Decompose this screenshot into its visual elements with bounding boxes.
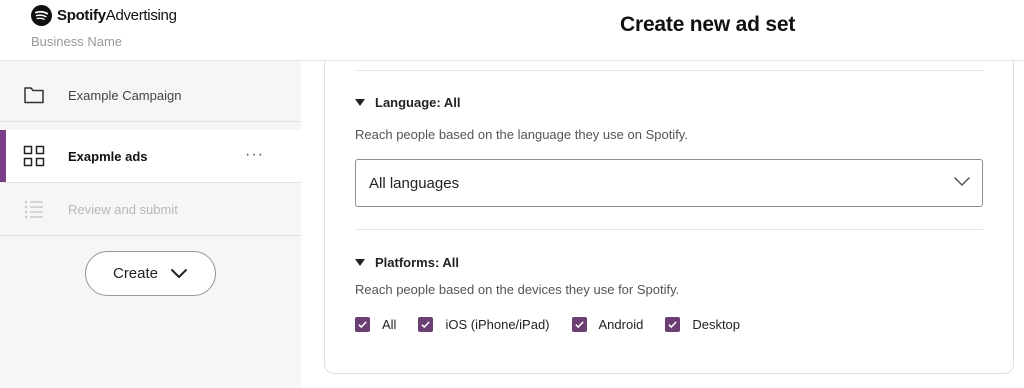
platform-checkbox-ios[interactable]: iOS (iPhone/iPad) [418,317,550,332]
caret-down-icon [355,99,365,106]
caret-down-icon [355,259,365,266]
checkbox-checked-icon[interactable] [665,317,681,332]
spotify-logo-icon [31,5,52,26]
business-name: Business Name [31,34,123,49]
language-select[interactable]: All languages [355,159,983,207]
checkbox-checked-icon[interactable] [355,317,370,332]
checkbox-checked-icon[interactable] [418,317,434,332]
chevron-down-icon [954,177,970,186]
list-icon [24,200,43,219]
sidebar: Example Campaign Exapmle ads ··· Review … [0,61,301,388]
platform-checkbox-group: All iOS (iPhone/iPad) Android Desktop [355,317,762,332]
folder-icon [24,87,44,104]
spotify-advertising-logo[interactable]: Spotify Advertising [31,5,177,26]
language-select-value: All languages [369,174,460,192]
app-header: Spotify Advertising Business Name Create… [0,0,1024,61]
grid-icon [23,145,45,167]
section-divider [355,229,983,230]
checkbox-label: All [382,317,397,332]
create-button-label: Create [112,265,159,282]
sidebar-item-label: Exapmle ads [68,148,148,164]
checkbox-checked-icon[interactable] [571,317,587,332]
language-section-title: Language: All [375,95,461,110]
platform-checkbox-desktop[interactable]: Desktop [665,317,740,332]
sidebar-item-label: Example Campaign [68,87,182,103]
checkbox-label: iOS (iPhone/iPad) [445,317,550,332]
section-divider [355,70,983,71]
sidebar-item-review: Review and submit [0,183,301,236]
chevron-down-icon [171,268,188,278]
language-description: Reach people based on the language they … [355,127,688,142]
sidebar-item-campaign[interactable]: Example Campaign [0,69,301,122]
brand-name: Spotify [57,7,106,24]
platforms-description: Reach people based on the devices they u… [355,282,680,297]
platforms-section-title: Platforms: All [375,255,460,270]
language-section-toggle[interactable]: Language: All [355,95,460,110]
platform-checkbox-all[interactable]: All [355,317,396,332]
create-button[interactable]: Create [85,251,216,296]
page-title: Create new ad set [620,13,796,36]
more-options-icon[interactable]: ··· [245,147,264,163]
brand-suffix: Advertising [105,7,177,24]
platform-checkbox-android[interactable]: Android [571,317,644,332]
sidebar-item-ads[interactable]: Exapmle ads ··· [0,130,301,183]
platforms-section-toggle[interactable]: Platforms: All [355,255,459,270]
checkbox-label: Desktop [692,317,741,332]
sidebar-item-label: Review and submit [68,201,178,217]
checkbox-label: Android [598,317,644,332]
